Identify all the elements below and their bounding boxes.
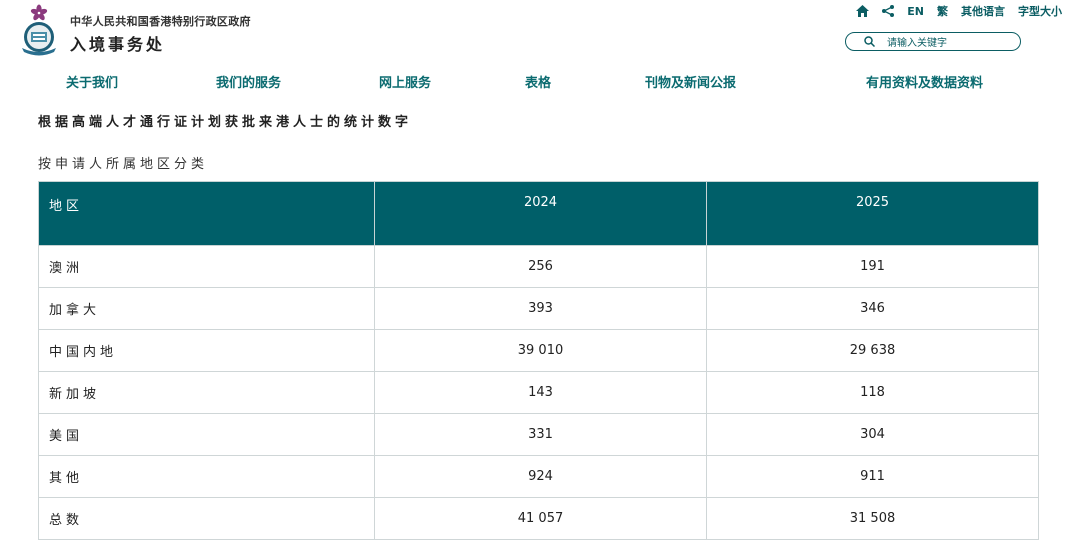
column-header-2024: 2024 — [374, 181, 707, 246]
table-row: 美国 331 304 — [38, 413, 1039, 456]
value-2024-cell: 331 — [374, 413, 707, 456]
region-cell: 美国 — [38, 413, 375, 456]
home-icon[interactable] — [856, 5, 870, 17]
main-navigation: 关于我们 我们的服务 网上服务 表格 刊物及新闻公报 有用资料及数据资料 — [0, 72, 1080, 94]
value-2025-cell: 29 638 — [706, 329, 1039, 372]
value-2025-cell: 346 — [706, 287, 1039, 330]
table-subtitle: 按申请人所属地区分类 — [38, 157, 209, 172]
value-2024-cell: 143 — [374, 371, 707, 414]
region-cell: 其他 — [38, 455, 375, 498]
value-2025-cell: 304 — [706, 413, 1039, 456]
value-2024-cell: 924 — [374, 455, 707, 498]
column-header-region: 地区 — [38, 181, 375, 246]
table-row: 其他 924 911 — [38, 455, 1039, 498]
government-name: 中华人民共和国香港特别行政区政府 — [70, 15, 251, 28]
value-2024-cell: 393 — [374, 287, 707, 330]
utility-bar: EN 繁 其他语言 字型大小 — [856, 3, 1062, 19]
nav-publications-press[interactable]: 刊物及新闻公报 — [645, 72, 736, 91]
search-icon[interactable] — [864, 36, 875, 47]
table-row: 澳洲 256 191 — [38, 245, 1039, 288]
share-icon[interactable] — [882, 5, 895, 17]
nav-our-services[interactable]: 我们的服务 — [216, 72, 281, 91]
nav-forms[interactable]: 表格 — [525, 72, 551, 91]
immigration-department-logo[interactable] — [16, 4, 62, 56]
region-cell: 总数 — [38, 497, 375, 540]
value-2025-cell: 118 — [706, 371, 1039, 414]
value-2025-cell: 911 — [706, 455, 1039, 498]
value-2025-cell: 191 — [706, 245, 1039, 288]
value-2025-cell: 31 508 — [706, 497, 1039, 540]
site-header: 中华人民共和国香港特别行政区政府 入境事务处 EN 繁 其他语言 字型大小 请输… — [0, 0, 1080, 70]
region-cell: 澳洲 — [38, 245, 375, 288]
table-row-total: 总数 41 057 31 508 — [38, 497, 1039, 540]
other-languages-link[interactable]: 其他语言 — [961, 3, 1005, 19]
nav-about-us[interactable]: 关于我们 — [66, 72, 118, 91]
search-placeholder[interactable]: 请输入关键字 — [887, 34, 947, 49]
value-2024-cell: 41 057 — [374, 497, 707, 540]
table-row: 中国内地 39 010 29 638 — [38, 329, 1039, 372]
nav-online-services[interactable]: 网上服务 — [379, 72, 431, 91]
value-2024-cell: 39 010 — [374, 329, 707, 372]
language-english-link[interactable]: EN — [907, 5, 924, 18]
font-size-link[interactable]: 字型大小 — [1018, 3, 1062, 19]
region-cell: 新加坡 — [38, 371, 375, 414]
table-header-row: 地区 2024 2025 — [38, 181, 1039, 246]
page-title: 根据高端人才通行证计划获批来港人士的统计数字 — [38, 115, 413, 130]
department-name[interactable]: 入境事务处 — [70, 31, 165, 55]
statistics-table: 地区 2024 2025 澳洲 256 191 加拿大 393 346 中国内地… — [38, 181, 1039, 540]
search-box[interactable]: 请输入关键字 — [845, 32, 1021, 51]
table-row: 新加坡 143 118 — [38, 371, 1039, 414]
nav-useful-information[interactable]: 有用资料及数据资料 — [866, 72, 983, 91]
region-cell: 中国内地 — [38, 329, 375, 372]
table-row: 加拿大 393 346 — [38, 287, 1039, 330]
value-2024-cell: 256 — [374, 245, 707, 288]
language-traditional-link[interactable]: 繁 — [937, 3, 948, 19]
region-cell: 加拿大 — [38, 287, 375, 330]
column-header-2025: 2025 — [706, 181, 1039, 246]
